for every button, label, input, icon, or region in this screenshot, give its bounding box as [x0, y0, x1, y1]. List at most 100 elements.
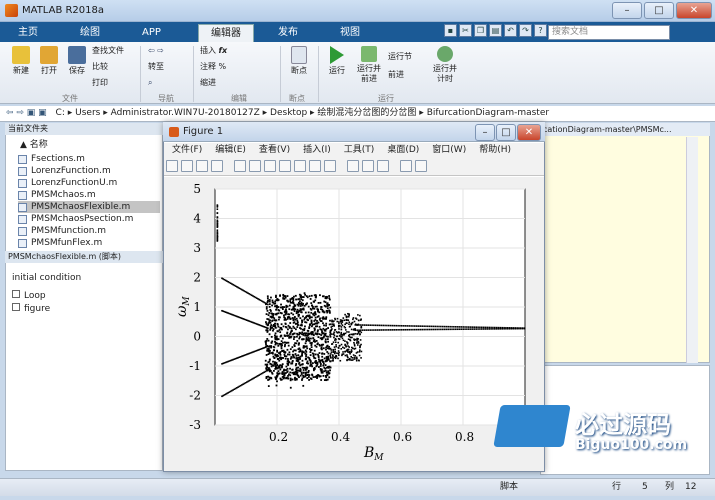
save-quick-icon[interactable]: ▪ [444, 24, 457, 37]
comment-button[interactable]: 注释 % [200, 62, 226, 72]
path-segment[interactable]: C: [56, 108, 65, 118]
path-segment[interactable]: Desktop [270, 108, 307, 118]
print-icon[interactable] [211, 160, 223, 172]
save-icon[interactable] [196, 160, 208, 172]
pointer-icon[interactable] [234, 160, 246, 172]
path-segment[interactable]: 绘制混沌分岔图的分岔图 [317, 108, 416, 118]
menu-tools[interactable]: 工具(T) [344, 145, 375, 155]
datacursor-icon[interactable] [309, 160, 321, 172]
tab-editor[interactable]: 编辑器 [198, 24, 254, 42]
tab-apps[interactable]: APP [132, 24, 171, 42]
rotate-icon[interactable] [294, 160, 306, 172]
tab-home[interactable]: 主页 [8, 24, 48, 42]
list-item[interactable]: PMSMfunFlex.m [18, 237, 160, 249]
maximize-button[interactable]: □ [644, 2, 674, 19]
search-input[interactable]: 搜索文档 [548, 25, 670, 40]
colorbar-icon[interactable] [362, 160, 374, 172]
scatter-point [329, 319, 331, 322]
nav-back-icon[interactable]: ⇦ ⇨ [148, 46, 164, 56]
menu-desktop[interactable]: 桌面(D) [387, 145, 419, 155]
open-icon[interactable] [181, 160, 193, 172]
scatter-point [335, 355, 338, 358]
indent-button[interactable]: 缩进 [200, 78, 216, 88]
find-icon[interactable]: ⌕ [148, 78, 152, 88]
path-segment[interactable]: BifurcationDiagram-master [427, 108, 549, 118]
cut-icon[interactable]: ✂ [459, 24, 472, 37]
breakpoint-icon [291, 46, 307, 64]
menu-edit[interactable]: 编辑(E) [215, 145, 246, 155]
menu-insert[interactable]: 插入(I) [303, 145, 331, 155]
new-button[interactable]: 新建 [8, 46, 34, 76]
figure-minimize-button[interactable]: – [475, 124, 495, 141]
menu-file[interactable]: 文件(F) [172, 145, 202, 155]
insert-button[interactable]: 插入 fx [200, 46, 227, 56]
compare-button[interactable]: 比较 [92, 62, 108, 72]
figure-close-button[interactable]: ✕ [517, 124, 541, 141]
list-item[interactable]: PMSMchaos.m [18, 189, 160, 201]
new-figure-icon[interactable] [166, 160, 178, 172]
run-button[interactable]: 运行 [324, 46, 350, 76]
list-item[interactable]: Fsections.m [18, 153, 160, 165]
list-item[interactable]: LorenzFunctionU.m [18, 177, 160, 189]
redo-icon[interactable]: ↷ [519, 24, 532, 37]
close-button[interactable]: ✕ [676, 2, 712, 19]
bifurcation-plot[interactable]: 0.2 0.4 0.6 0.8 -3 -2 -1 0 1 2 3 4 5 BM ωM [164, 177, 544, 471]
scatter-point [319, 365, 322, 367]
outline-item-figure[interactable]: figure [12, 303, 50, 314]
brush-icon[interactable] [324, 160, 336, 172]
find-files-button[interactable]: 查找文件 [92, 46, 124, 56]
paste-icon[interactable]: ▤ [489, 24, 502, 37]
menu-view[interactable]: 查看(V) [259, 145, 290, 155]
list-item-selected[interactable]: PMSMchaosFlexible.m [18, 201, 160, 213]
path-segment[interactable]: Administrator.WIN7U-20180127Z [111, 108, 260, 118]
scatter-point [294, 318, 297, 321]
address-bar[interactable]: ⇦ ⇨ ▣ ▣ C: ▸ Users ▸ Administrator.WIN7U… [0, 106, 715, 122]
pan-icon[interactable] [279, 160, 291, 172]
editor-scrollbar[interactable] [686, 137, 698, 363]
legend-icon[interactable] [377, 160, 389, 172]
menu-window[interactable]: 窗口(W) [432, 145, 466, 155]
figure-maximize-button[interactable]: □ [496, 124, 516, 141]
run-advance-button[interactable]: 运行并 前进 [354, 46, 384, 84]
scatter-point [458, 326, 461, 328]
link-icon[interactable] [347, 160, 359, 172]
scatter-point [338, 331, 340, 334]
list-item[interactable]: LorenzFunction.m [18, 165, 160, 177]
scatter-point [294, 373, 297, 376]
save-button[interactable]: 保存 [64, 46, 90, 76]
copy-icon[interactable]: ❐ [474, 24, 487, 37]
tab-plots[interactable]: 绘图 [70, 24, 110, 42]
open-button[interactable]: 打开 [36, 46, 62, 76]
scatter-point [294, 294, 297, 297]
zoom-out-icon[interactable] [264, 160, 276, 172]
zoom-in-icon[interactable] [249, 160, 261, 172]
hide-tools-icon[interactable] [400, 160, 412, 172]
outline-item-loop[interactable]: Loop [12, 290, 46, 301]
list-item[interactable]: PMSMchaosPsection.m [18, 213, 160, 225]
scatter-point [339, 321, 342, 323]
list-item[interactable]: PMSMfunction.m [18, 225, 160, 237]
tab-publish[interactable]: 发布 [268, 24, 308, 42]
editor-path: cationDiagram-master\PMSMc... [540, 123, 710, 136]
advance-button[interactable]: 前进 [388, 70, 404, 80]
scatter-point [296, 360, 299, 363]
menu-help[interactable]: 帮助(H) [479, 145, 511, 155]
goto-button[interactable]: 转至 [148, 62, 164, 72]
editor-pane[interactable] [540, 123, 710, 363]
print-button[interactable]: 打印 [92, 78, 108, 88]
minimize-button[interactable]: – [612, 2, 642, 19]
show-tools-icon[interactable] [415, 160, 427, 172]
column-header-name[interactable]: ▲ 名称 [20, 137, 48, 150]
scatter-point [354, 332, 356, 335]
scatter-point [304, 367, 306, 370]
breakpoints-button[interactable]: 断点 [286, 46, 312, 76]
undo-icon[interactable]: ↶ [504, 24, 517, 37]
run-section-button[interactable]: 运行节 [388, 52, 412, 62]
scatter-point [311, 341, 313, 344]
tab-view[interactable]: 视图 [330, 24, 370, 42]
nav-arrows-icon[interactable]: ⇦ ⇨ ▣ ▣ [6, 108, 47, 118]
path-segment[interactable]: Users [75, 108, 100, 118]
run-time-button[interactable]: 运行并 计时 [430, 46, 460, 84]
help-icon[interactable]: ? [534, 24, 547, 37]
scatter-point [340, 328, 343, 331]
